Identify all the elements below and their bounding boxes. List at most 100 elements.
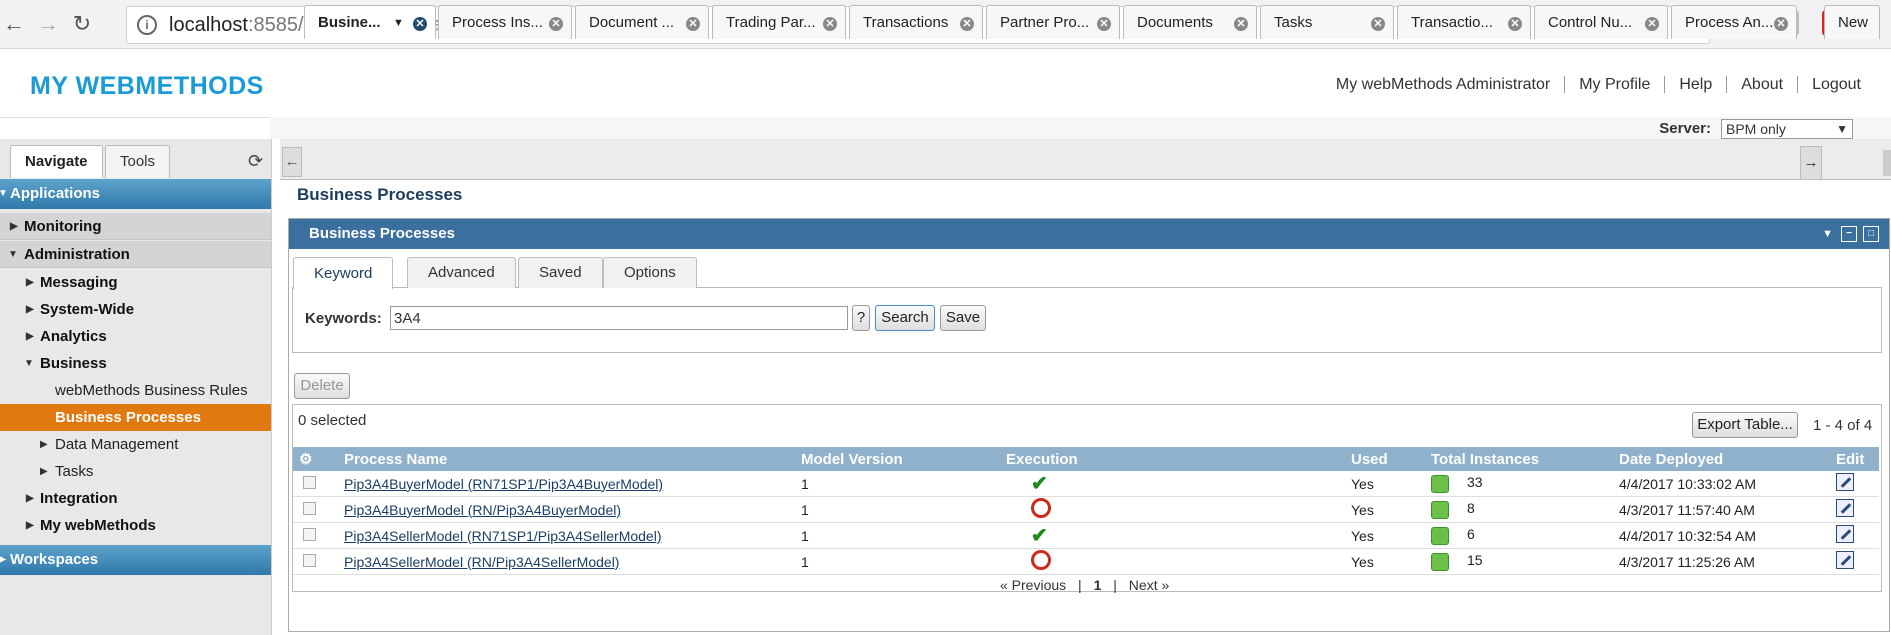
section-applications[interactable]: ▼ Applications — [0, 179, 271, 209]
next-link[interactable]: Next » — [1129, 577, 1169, 593]
save-button[interactable]: Save — [940, 305, 986, 331]
disabled-circle-icon[interactable] — [1031, 550, 1051, 570]
close-icon[interactable]: ✕ — [686, 17, 700, 31]
column-execution[interactable]: Execution — [1006, 447, 1351, 471]
tab-keyword[interactable]: Keyword — [293, 257, 394, 289]
close-icon[interactable]: ✕ — [1645, 17, 1659, 31]
tab-trading-partners[interactable]: Trading Par... ✕ — [712, 5, 846, 39]
checkmark-icon[interactable]: ✔ — [1031, 525, 1048, 547]
close-icon[interactable]: ✕ — [1234, 17, 1248, 31]
keywords-input[interactable]: 3A4 — [390, 306, 848, 330]
chevron-down-icon[interactable]: ▼ — [393, 6, 404, 40]
tab-navigate[interactable]: Navigate — [10, 145, 103, 178]
edit-icon[interactable] — [1836, 499, 1854, 517]
logout-link[interactable]: Logout — [1797, 76, 1875, 93]
new-tab-button[interactable]: New — [1824, 5, 1880, 39]
row-checkbox[interactable] — [303, 527, 316, 541]
column-date-deployed[interactable]: Date Deployed — [1619, 447, 1836, 471]
sidebar-item-business-processes[interactable]: Business Processes — [0, 404, 271, 431]
back-arrow-icon[interactable]: ← — [0, 10, 28, 38]
forward-arrow-icon[interactable]: → — [34, 10, 62, 38]
tab-process-analytics[interactable]: Process An... ✕ — [1671, 5, 1797, 39]
close-icon[interactable]: ✕ — [1508, 17, 1522, 31]
sidebar-item-business[interactable]: ▼ Business — [0, 350, 271, 377]
tab-saved[interactable]: Saved — [518, 257, 603, 288]
instances-count[interactable]: 33 — [1467, 474, 1483, 490]
row-checkbox[interactable] — [303, 475, 316, 489]
sidebar-item-integration[interactable]: ▶ Integration — [0, 485, 271, 512]
tab-scroll-right-icon[interactable]: → — [1800, 146, 1822, 180]
close-icon[interactable]: ✕ — [549, 17, 563, 31]
disabled-circle-icon[interactable] — [1031, 498, 1051, 518]
sidebar-item-data-management[interactable]: ▶ Data Management — [0, 431, 271, 458]
export-table-button[interactable]: Export Table... — [1692, 412, 1798, 438]
close-icon[interactable]: ✕ — [1371, 17, 1385, 31]
sidebar-item-tasks[interactable]: ▶ Tasks — [0, 458, 271, 485]
section-workspaces[interactable]: ▶ Workspaces — [0, 545, 271, 575]
close-icon[interactable]: ✕ — [823, 17, 837, 31]
sidebar-item-business-rules[interactable]: webMethods Business Rules — [0, 377, 271, 404]
sidebar-item-analytics[interactable]: ▶ Analytics — [0, 323, 271, 350]
sidebar-item-my-webmethods[interactable]: ▶ My webMethods — [0, 512, 271, 539]
column-settings-icon[interactable]: ⚙ — [293, 447, 344, 471]
process-name-link[interactable]: Pip3A4BuyerModel (RN/Pip3A4BuyerModel) — [344, 502, 621, 518]
tab-documents[interactable]: Documents ✕ — [1123, 5, 1257, 39]
server-select[interactable]: BPM only ▼ — [1721, 119, 1853, 139]
instances-count[interactable]: 8 — [1467, 500, 1475, 516]
table-row: Pip3A4SellerModel (RN71SP1/Pip3A4SellerM… — [293, 522, 1879, 549]
close-icon[interactable]: ✕ — [413, 17, 427, 31]
current-page: 1 — [1093, 577, 1102, 593]
sidebar-item-messaging[interactable]: ▶ Messaging — [0, 269, 271, 296]
process-name-link[interactable]: Pip3A4SellerModel (RN71SP1/Pip3A4SellerM… — [344, 528, 662, 544]
edit-icon[interactable] — [1836, 551, 1854, 569]
refresh-icon[interactable]: ⟳ — [248, 151, 263, 172]
row-checkbox[interactable] — [303, 553, 316, 567]
expand-icon[interactable] — [1883, 150, 1891, 176]
tab-tools[interactable]: Tools — [105, 145, 171, 178]
chevron-down-icon[interactable]: ▼ — [1822, 219, 1833, 249]
instances-count[interactable]: 15 — [1467, 552, 1483, 568]
profile-link[interactable]: My Profile — [1564, 76, 1665, 93]
tab-process-instances[interactable]: Process Ins... ✕ — [438, 5, 572, 39]
top-links: My webMethods Administrator My Profile Hel… — [1322, 76, 1875, 94]
tab-document[interactable]: Document ... ✕ — [575, 5, 709, 39]
close-icon[interactable]: ✕ — [1097, 17, 1111, 31]
help-button[interactable]: ? — [852, 305, 870, 331]
tab-tasks[interactable]: Tasks ✕ — [1260, 5, 1394, 39]
help-link[interactable]: Help — [1664, 76, 1727, 93]
column-model-version[interactable]: Model Version — [801, 447, 1006, 471]
sidebar-item-monitoring[interactable]: ▶ Monitoring — [0, 213, 271, 240]
row-checkbox[interactable] — [303, 501, 316, 515]
column-total-instances[interactable]: Total Instances — [1431, 447, 1619, 471]
tab-transaction-2[interactable]: Transactio... ✕ — [1397, 5, 1531, 39]
close-icon[interactable]: ✕ — [1774, 17, 1788, 31]
tab-control-numbers[interactable]: Control Nu... ✕ — [1534, 5, 1668, 39]
tab-partner-profiles[interactable]: Partner Pro... ✕ — [986, 5, 1120, 39]
checkmark-icon[interactable]: ✔ — [1031, 473, 1048, 495]
instances-count[interactable]: 6 — [1467, 526, 1475, 542]
edit-icon[interactable] — [1836, 473, 1854, 491]
reload-icon[interactable]: ↻ — [68, 10, 96, 38]
previous-link[interactable]: « Previous — [1000, 577, 1066, 593]
tab-options[interactable]: Options — [603, 257, 697, 288]
tab-transactions[interactable]: Transactions ✕ — [849, 5, 983, 39]
tab-scroll-left-icon[interactable]: ← — [282, 147, 302, 177]
delete-button[interactable]: Delete — [294, 373, 350, 399]
info-icon[interactable]: i — [137, 15, 157, 35]
edit-icon[interactable] — [1836, 525, 1854, 543]
about-link[interactable]: About — [1726, 76, 1798, 93]
admin-link[interactable]: My webMethods Administrator — [1322, 76, 1564, 93]
close-icon[interactable]: ✕ — [960, 17, 974, 31]
minimize-icon[interactable]: − — [1841, 226, 1857, 242]
column-used[interactable]: Used — [1351, 447, 1431, 471]
sidebar-item-system-wide[interactable]: ▶ System-Wide — [0, 296, 271, 323]
app-header: MY WEBMETHODS My webMethods Administrato… — [0, 49, 1891, 118]
maximize-icon[interactable]: □ — [1863, 226, 1879, 242]
tab-advanced[interactable]: Advanced — [407, 257, 516, 288]
process-name-link[interactable]: Pip3A4SellerModel (RN/Pip3A4SellerModel) — [344, 554, 619, 570]
sidebar-item-administration[interactable]: ▼ Administration — [0, 241, 271, 268]
search-button[interactable]: Search — [875, 305, 935, 331]
column-process-name[interactable]: Process Name — [344, 447, 801, 471]
process-name-link[interactable]: Pip3A4BuyerModel (RN71SP1/Pip3A4BuyerMod… — [344, 476, 663, 492]
tab-business-processes[interactable]: Busine... ▼ ✕ — [304, 5, 436, 39]
